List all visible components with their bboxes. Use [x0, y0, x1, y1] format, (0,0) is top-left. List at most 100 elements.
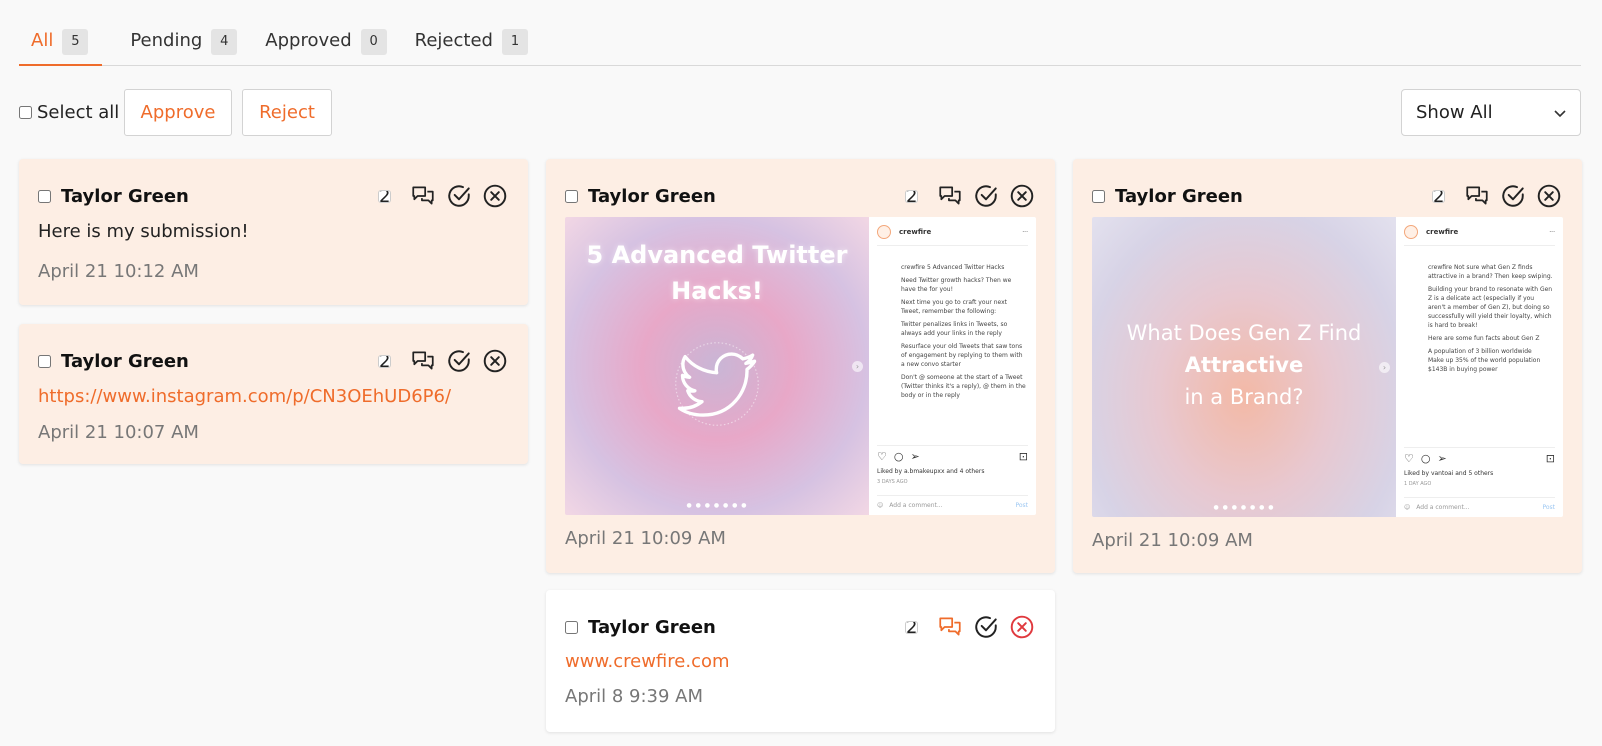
submission-date: April 21 10:12 AM	[38, 261, 199, 282]
comment-icon[interactable]	[1463, 182, 1491, 210]
card-header: Taylor Green	[1092, 181, 1563, 211]
approve-icon[interactable]	[445, 347, 473, 375]
approve-icon[interactable]	[1499, 182, 1527, 210]
submission-card: Taylor Green What Does Gen Z Find Attrac…	[1073, 159, 1582, 573]
approve-icon[interactable]	[445, 182, 473, 210]
post-link: Post	[1542, 504, 1555, 511]
filter-selected-value: Show All	[1416, 102, 1493, 123]
post-image-title-line: Attractive	[1184, 353, 1304, 377]
reject-icon[interactable]	[481, 182, 509, 210]
post-actions: ♡ ○ ➢ ⊡	[877, 445, 1028, 463]
post-link: Post	[1015, 502, 1028, 509]
reject-icon[interactable]	[1008, 613, 1036, 641]
comment-bubble-icon[interactable]: ○	[894, 450, 904, 463]
submission-link[interactable]: www.crewfire.com	[565, 651, 730, 672]
carousel-next-icon[interactable]: ›	[1379, 362, 1390, 373]
post-image-title: 5 Advanced Twitter Hacks!	[586, 241, 848, 305]
comment-bubble-icon[interactable]: ○	[1421, 452, 1431, 465]
select-all-checkbox[interactable]	[19, 106, 32, 119]
liked-by: Liked by vantoai and 5 others	[1404, 470, 1494, 477]
tab-approved[interactable]: Approved 0	[265, 26, 387, 66]
tab-rejected[interactable]: Rejected 1	[415, 26, 528, 66]
heart-icon[interactable]: ♡	[877, 450, 887, 463]
post-sidebar: crewfire ··· crewfire 5 Advanced Twitter…	[869, 217, 1036, 515]
reject-icon[interactable]	[481, 347, 509, 375]
filter-select[interactable]: Show All	[1401, 89, 1581, 136]
chevron-down-icon	[1554, 102, 1566, 123]
status-tabs: All 5 Pending 4 Approved 0 Rejected 1	[19, 26, 1581, 66]
tab-label: All	[31, 30, 54, 51]
card-checkbox[interactable]	[38, 354, 51, 368]
submitter-name: Taylor Green	[588, 616, 716, 638]
card-checkbox[interactable]	[38, 189, 51, 203]
caption-line: crewfire 5 Advanced Twitter Hacks	[901, 264, 1005, 271]
caption-line: $143B in buying power	[1428, 366, 1498, 373]
tab-label: Pending	[130, 30, 203, 51]
tab-label: Rejected	[414, 30, 493, 51]
tab-label: Approved	[265, 30, 352, 51]
caption-line: Building your brand to resonate with Gen…	[1428, 286, 1553, 329]
comment-icon[interactable]	[409, 347, 437, 375]
share-icon[interactable]: ➢	[1437, 452, 1446, 465]
comment-icon[interactable]	[936, 182, 964, 210]
submission-link[interactable]: https://www.instagram.com/p/CN3OEhUD6P6/	[38, 386, 451, 407]
share-icon[interactable]: ➢	[910, 450, 919, 463]
account-name: crewfire	[1426, 228, 1459, 236]
card-checkbox[interactable]	[565, 189, 578, 203]
instagram-post-preview[interactable]: What Does Gen Z Find Attractive in a Bra…	[1092, 217, 1563, 517]
points-input[interactable]	[1432, 189, 1445, 203]
submission-text: Here is my submission!	[38, 221, 249, 242]
carousel-next-icon[interactable]: ›	[852, 361, 863, 372]
tab-pending[interactable]: Pending 4	[130, 26, 238, 66]
reject-button[interactable]: Reject	[242, 89, 332, 136]
bookmark-icon[interactable]: ⊡	[1019, 450, 1028, 463]
instagram-post-preview[interactable]: 5 Advanced Twitter Hacks! › ● ● ● ● ● ● …	[565, 217, 1036, 515]
comment-icon[interactable]	[936, 613, 964, 641]
tab-count-badge: 5	[62, 29, 89, 55]
submission-card: Taylor Green https://www.instagram.com/p…	[19, 324, 528, 464]
caption-line: Make up 35% of the world population	[1428, 357, 1541, 364]
card-header: Taylor Green	[565, 612, 1036, 642]
caption-line: Don't @ someone at the start of a Tweet …	[901, 374, 1026, 399]
points-input[interactable]	[378, 189, 391, 203]
points-input[interactable]	[905, 620, 918, 634]
tab-all[interactable]: All 5	[19, 26, 103, 66]
submitter-name: Taylor Green	[1115, 185, 1243, 207]
submitter-name: Taylor Green	[588, 185, 716, 207]
post-image: What Does Gen Z Find Attractive in a Bra…	[1092, 217, 1396, 517]
points-input[interactable]	[905, 189, 918, 203]
select-all-label: Select all	[37, 102, 120, 123]
submission-card: Taylor Green Here is my submission! Apri…	[19, 159, 528, 305]
post-image-title: What Does Gen Z Find Attractive in a Bra…	[1092, 317, 1396, 413]
post-caption: crewfire Not sure what Gen Z finds attra…	[1428, 263, 1553, 374]
submission-date: April 21 10:09 AM	[1092, 530, 1253, 551]
approve-button[interactable]: Approve	[124, 89, 232, 136]
caption-line: A population of 3 billion worldwide	[1428, 348, 1532, 355]
more-icon: ···	[1022, 228, 1028, 236]
caption-line: Twitter penalizes links in Tweets, so al…	[901, 321, 1008, 337]
add-comment: ☺ Add a comment... Post	[1404, 497, 1555, 511]
twitter-bird-icon	[672, 339, 762, 433]
submission-card: Taylor Green www.crewfire.com April 8 9:…	[546, 590, 1055, 732]
caption-line: Here are some fun facts about Gen Z	[1428, 335, 1540, 342]
submission-date: April 8 9:39 AM	[565, 686, 704, 707]
carousel-dots: ● ● ● ● ● ● ●	[686, 502, 748, 509]
submission-date: April 21 10:09 AM	[565, 528, 726, 549]
approve-icon[interactable]	[972, 613, 1000, 641]
caption-line: Need Twitter growth hacks? Then we have …	[901, 277, 1012, 293]
comment-icon[interactable]	[409, 182, 437, 210]
post-age: 3 DAYS AGO	[877, 479, 908, 485]
bookmark-icon[interactable]: ⊡	[1546, 452, 1555, 465]
points-input[interactable]	[378, 354, 391, 368]
approve-icon[interactable]	[972, 182, 1000, 210]
reject-icon[interactable]	[1008, 182, 1036, 210]
reject-icon[interactable]	[1535, 182, 1563, 210]
card-checkbox[interactable]	[565, 620, 578, 634]
heart-icon[interactable]: ♡	[1404, 452, 1414, 465]
submitter-name: Taylor Green	[61, 350, 189, 372]
avatar	[1404, 225, 1418, 239]
select-all[interactable]: Select all	[19, 102, 119, 123]
card-checkbox[interactable]	[1092, 189, 1105, 203]
add-comment: ☺ Add a comment... Post	[877, 495, 1028, 509]
submission-date: April 21 10:07 AM	[38, 422, 199, 443]
